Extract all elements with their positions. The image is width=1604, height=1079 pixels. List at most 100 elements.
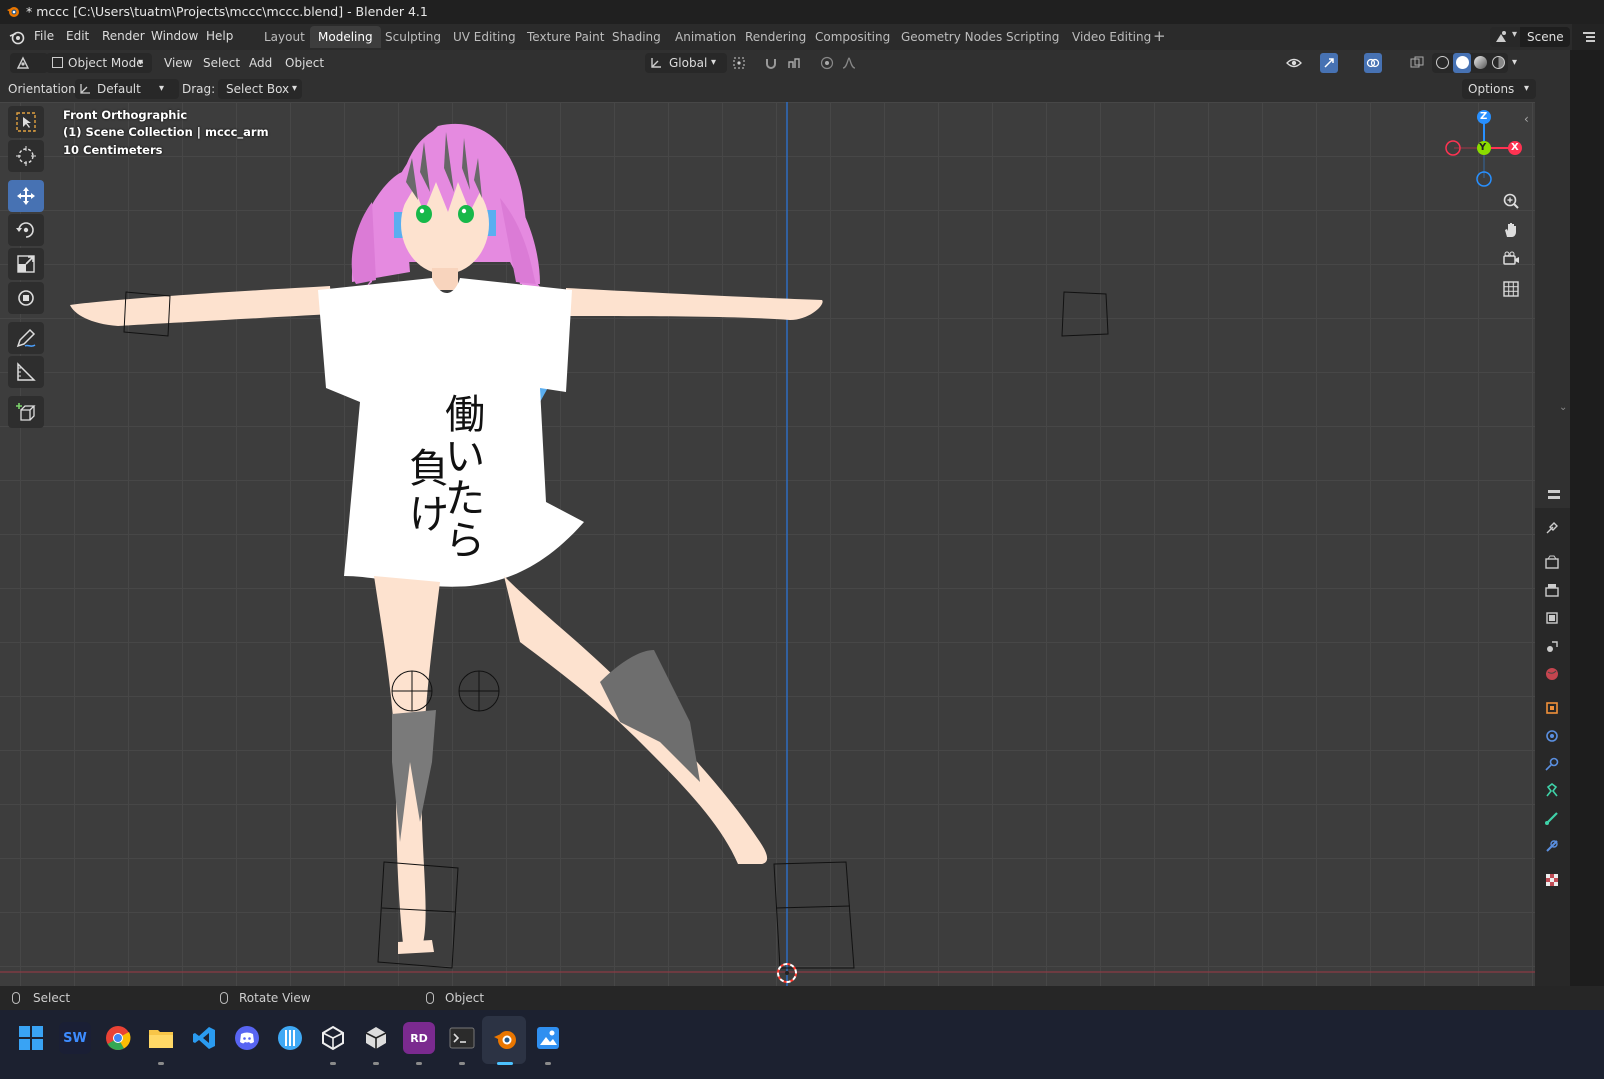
menu-edit[interactable]: Edit (66, 29, 89, 43)
rig-controls (123, 291, 1109, 969)
shading-options-chevron-icon[interactable]: ▾ (1512, 53, 1517, 73)
bone-constraint-icon[interactable] (1544, 838, 1560, 854)
menu-add[interactable]: Add (249, 53, 272, 73)
view-layer-props-icon[interactable] (1544, 610, 1560, 626)
running-indicator (459, 1062, 465, 1065)
running-indicator (545, 1062, 551, 1065)
unity-button[interactable] (317, 1022, 349, 1054)
xray-toggle-button[interactable] (1408, 53, 1426, 73)
menu-window[interactable]: Window (151, 29, 198, 43)
chrome-button[interactable] (102, 1022, 134, 1054)
cursor-tool[interactable] (8, 140, 44, 172)
select-box-tool[interactable] (8, 106, 44, 138)
falloff-button[interactable] (840, 53, 866, 73)
chevron-down-icon: ▾ (711, 57, 717, 68)
gizmo-toggle-button[interactable] (1320, 53, 1338, 73)
tab-scripting[interactable]: Scripting (998, 26, 1067, 48)
render-props-icon[interactable] (1544, 554, 1560, 570)
sidebar-toggle-icon[interactable]: ‹ (1524, 112, 1529, 126)
menu-render[interactable]: Render (102, 29, 145, 43)
move-tool[interactable] (8, 180, 44, 212)
tab-compositing[interactable]: Compositing (807, 26, 898, 48)
transform-orientation-dropdown[interactable]: Global ▾ (645, 53, 727, 73)
add-cube-tool[interactable] (8, 396, 44, 428)
zoom-button[interactable] (1498, 188, 1524, 214)
material-preview-icon[interactable] (1474, 56, 1487, 69)
status-bar: Select Rotate View Object (0, 986, 1604, 1010)
overlays-toggle-button[interactable] (1364, 53, 1382, 73)
texture-props-icon[interactable] (1544, 872, 1560, 888)
menu-view[interactable]: View (164, 53, 192, 73)
menu-object[interactable]: Object (285, 53, 324, 73)
tab-video-editing[interactable]: Video Editing (1064, 26, 1159, 48)
start-button[interactable] (15, 1022, 47, 1054)
properties-header[interactable] (1535, 482, 1570, 508)
rotate-tool[interactable] (8, 214, 44, 246)
orientation-value: Default (97, 82, 141, 96)
outliner-editor-type-button[interactable] (1572, 24, 1604, 50)
snap-target-button[interactable] (785, 53, 811, 73)
mode-dropdown[interactable]: Object Mode ▾ (46, 53, 152, 73)
paint-button[interactable] (532, 1022, 564, 1054)
tab-shading[interactable]: Shading (604, 26, 669, 48)
tab-animation[interactable]: Animation (667, 26, 744, 48)
world-props-icon[interactable] (1544, 666, 1560, 682)
pan-button[interactable] (1498, 217, 1524, 243)
wireframe-shading-icon[interactable] (1436, 56, 1449, 69)
tab-layout[interactable]: Layout (256, 26, 313, 48)
measure-tool[interactable] (8, 356, 44, 388)
blender-menu-icon[interactable] (9, 29, 25, 45)
unity-hub-button[interactable] (360, 1022, 392, 1054)
tab-uv-editing[interactable]: UV Editing (445, 26, 524, 48)
proportional-edit-button[interactable] (818, 53, 838, 73)
running-indicator (416, 1062, 422, 1065)
tab-texture-paint[interactable]: Texture Paint (519, 26, 612, 48)
unity-hub-icon (365, 1027, 387, 1049)
armature-data-icon[interactable] (1544, 782, 1560, 798)
orientation-label: Orientation: (8, 82, 80, 96)
perspective-toggle-button[interactable] (1498, 276, 1524, 302)
scene-props-icon[interactable] (1544, 638, 1560, 654)
paint-icon (537, 1027, 559, 1049)
options-dropdown[interactable]: Options ▾ (1462, 79, 1536, 99)
vscode-button[interactable] (188, 1022, 220, 1054)
editor-type-button[interactable] (10, 53, 48, 73)
orientation-dropdown[interactable]: Default ▾ (75, 79, 179, 99)
tab-sculpting[interactable]: Sculpting (377, 26, 449, 48)
bone-props-icon[interactable] (1544, 810, 1560, 826)
snap-toggle-button[interactable] (762, 53, 782, 73)
tool-settings-bar: Orientation: Default ▾ Drag: Select Box … (0, 76, 1570, 102)
tab-rendering[interactable]: Rendering (737, 26, 814, 48)
rendered-shading-icon[interactable] (1492, 56, 1505, 69)
terminal-button[interactable] (446, 1022, 478, 1054)
output-props-icon[interactable] (1544, 582, 1560, 598)
blender-taskbar-button[interactable] (489, 1022, 521, 1054)
vscode-icon (193, 1027, 215, 1049)
grid-scale: 10 Centimeters (63, 143, 163, 157)
discord-button[interactable] (231, 1022, 263, 1054)
add-workspace-button[interactable]: + (1153, 27, 1166, 45)
scene-field[interactable]: Scene (1520, 27, 1570, 47)
camera-view-button[interactable] (1498, 246, 1524, 272)
menu-select[interactable]: Select (203, 53, 240, 73)
annotate-tool[interactable] (8, 322, 44, 354)
modifier-props-icon[interactable] (1544, 728, 1560, 744)
drag-dropdown[interactable]: Select Box ▾ (218, 79, 302, 99)
tab-modeling[interactable]: Modeling (310, 26, 381, 48)
sw-app-button[interactable]: SW (59, 1022, 91, 1054)
object-props-icon[interactable] (1544, 700, 1560, 716)
physics-props-icon[interactable] (1544, 756, 1560, 772)
3d-viewport[interactable]: 働 い た ら 負 け Front Orthographic (1) Scene… (0, 102, 1570, 986)
menu-file[interactable]: File (34, 29, 54, 43)
menu-help[interactable]: Help (206, 29, 233, 43)
hand-icon (1505, 223, 1516, 237)
scale-tool[interactable] (8, 248, 44, 280)
visibility-button[interactable] (1284, 53, 1312, 73)
tab-geometry-nodes[interactable]: Geometry Nodes (893, 26, 1010, 48)
renderdoc-button[interactable]: RD (403, 1022, 435, 1054)
transform-tool[interactable] (8, 282, 44, 314)
pivot-point-button[interactable] (730, 53, 756, 73)
blue-app-button[interactable] (274, 1022, 306, 1054)
tool-props-icon[interactable] (1544, 520, 1560, 536)
explorer-button[interactable] (145, 1022, 177, 1054)
